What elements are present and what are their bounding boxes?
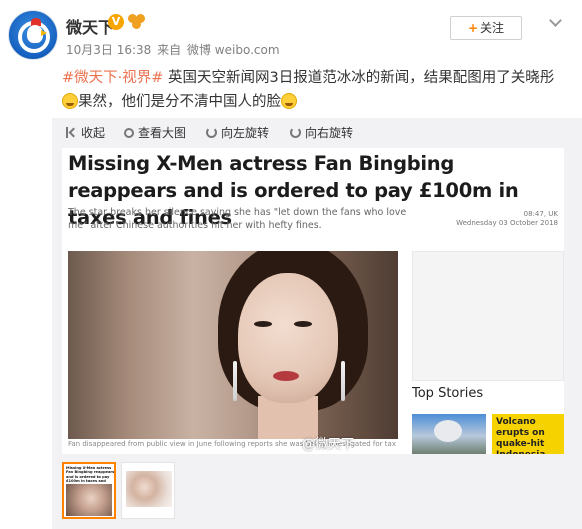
story-thumbnail bbox=[412, 414, 486, 454]
zoom-icon bbox=[124, 128, 134, 138]
verified-badge-icon: V bbox=[108, 14, 124, 30]
view-large-button[interactable]: 查看大图 bbox=[124, 124, 186, 141]
photo-earring bbox=[233, 361, 237, 401]
rotate-right-icon bbox=[290, 127, 301, 138]
chevron-down-icon[interactable] bbox=[549, 16, 561, 28]
plus-icon: + bbox=[467, 21, 479, 35]
follow-label: 关注 bbox=[480, 21, 505, 35]
rotate-left-icon bbox=[206, 127, 217, 138]
follow-button[interactable]: + 关注 bbox=[450, 16, 522, 40]
rotate-right-button[interactable]: 向右旋转 bbox=[290, 124, 353, 141]
thumbnail-2[interactable] bbox=[121, 462, 175, 519]
thumbnail-1-selected[interactable]: Missing X-Men actress Fan Bingbing reapp… bbox=[62, 462, 116, 519]
post-text: #微天下·视界# 英国天空新闻网3日报道范冰冰的新闻，结果配图用了关晓彤果然，他… bbox=[62, 66, 570, 114]
top-stories-heading: Top Stories bbox=[412, 386, 484, 401]
hashtag-link[interactable]: #微天下·视界# bbox=[62, 70, 163, 86]
article-timestamp: 08:47, UK Wednesday 03 October 2018 bbox=[456, 210, 558, 227]
photo-eye bbox=[254, 321, 272, 327]
via-prefix: 来自 bbox=[157, 43, 182, 57]
photo-face bbox=[238, 273, 338, 403]
laughing-emoji-icon bbox=[62, 93, 78, 109]
article-standfirst: The star breaks her silence saying she h… bbox=[68, 207, 407, 231]
thumbnail-photo bbox=[126, 471, 172, 507]
post-timestamp[interactable]: 10月3日 16:38 bbox=[66, 43, 151, 57]
photo-eye bbox=[294, 321, 312, 327]
post-text-part2: 果然，他们是分不清中国人的脸 bbox=[78, 94, 281, 110]
collapse-button[interactable]: 收起 bbox=[66, 124, 105, 141]
watermark: @微天下 bbox=[302, 437, 355, 452]
rotate-left-button[interactable]: 向左旋转 bbox=[206, 124, 269, 141]
photo-lips bbox=[273, 371, 299, 381]
volcano-plume bbox=[434, 420, 462, 442]
sidebar-ad-space bbox=[412, 251, 564, 381]
laughing-emoji-icon bbox=[281, 93, 297, 109]
vip-badge-icon bbox=[128, 14, 146, 30]
collapse-icon bbox=[66, 127, 77, 138]
username[interactable]: 微天下 bbox=[66, 14, 114, 38]
article-photo bbox=[68, 251, 398, 439]
post-text-part1: 英国天空新闻网3日报道范冰冰的新闻，结果配图用了关晓彤 bbox=[163, 70, 555, 86]
rooster-beak bbox=[41, 30, 47, 36]
story-title-tile: Volcano erupts on quake-hit Indonesia bbox=[492, 414, 564, 454]
thumbnail-photo bbox=[66, 484, 112, 516]
photo-earring bbox=[341, 361, 345, 401]
via-source[interactable]: 微博 weibo.com bbox=[187, 43, 280, 57]
post-meta: 10月3日 16:38 来自 微博 weibo.com bbox=[66, 41, 282, 58]
avatar[interactable] bbox=[8, 10, 58, 60]
article-screenshot-image[interactable]: Missing X-Men actress Fan Bingbing reapp… bbox=[62, 148, 564, 454]
